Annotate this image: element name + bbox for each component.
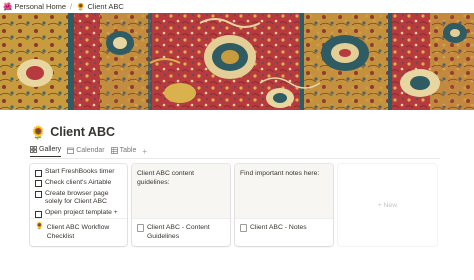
sunflower-icon[interactable]: 🌻 bbox=[30, 126, 46, 139]
page-title-row: 🌻 Client ABC bbox=[30, 125, 115, 139]
breadcrumb-item-personal-home[interactable]: 🌺 Personal Home bbox=[0, 2, 69, 11]
todo-item: Start FreshBooks timer bbox=[35, 168, 123, 177]
card-preview: Start FreshBooks timer Check client's Ai… bbox=[30, 164, 127, 219]
card-title: Client ABC - Content Guidelines bbox=[137, 223, 226, 242]
card-preview-text: Client ABC content guidelines: bbox=[137, 170, 195, 187]
card-title-text: Client ABC Workflow Checklist bbox=[46, 224, 110, 241]
card-preview: Client ABC content guidelines: bbox=[132, 164, 230, 219]
add-view-icon[interactable]: + bbox=[142, 147, 147, 156]
sunflower-icon: 🌻 bbox=[76, 1, 86, 11]
todo-item: Open project template + bbox=[35, 209, 123, 218]
tab-gallery[interactable]: Gallery bbox=[30, 145, 62, 157]
tab-table[interactable]: Table bbox=[110, 146, 137, 157]
card-title-text: Client ABC - Content Guidelines bbox=[147, 224, 210, 241]
cover-image bbox=[0, 13, 474, 110]
checkbox-icon bbox=[35, 169, 42, 177]
breadcrumb-item-client-abc[interactable]: 🌻 Client ABC bbox=[73, 2, 127, 11]
todo-label: Open project template + bbox=[45, 209, 118, 217]
card-title-text: Client ABC - Notes bbox=[250, 224, 307, 231]
page-icon bbox=[137, 224, 144, 232]
view-tabs: Gallery Calendar Table + bbox=[30, 145, 147, 157]
checkbox-icon bbox=[35, 210, 42, 218]
checkbox-icon bbox=[35, 180, 42, 188]
calendar-icon bbox=[67, 147, 75, 154]
breadcrumb-label: Client ABC bbox=[87, 2, 124, 11]
checkbox-icon bbox=[35, 191, 42, 199]
page-title[interactable]: Client ABC bbox=[50, 125, 115, 139]
sunflower-icon: 🌻 bbox=[35, 223, 44, 230]
breadcrumb-separator: / bbox=[70, 2, 73, 11]
todo-label: Start FreshBooks timer bbox=[45, 168, 115, 175]
breadcrumb: 🌺 Personal Home / 🌻 Client ABC bbox=[0, 0, 474, 13]
card-preview-text: Find important notes here: bbox=[240, 170, 320, 177]
table-icon bbox=[110, 146, 118, 154]
todo-label: Create browser page solely for Client AB… bbox=[45, 189, 109, 206]
page-icon bbox=[240, 224, 247, 232]
todo-item: Check client's Airtable bbox=[35, 179, 123, 188]
gallery-icon bbox=[30, 146, 37, 153]
breadcrumb-label: Personal Home bbox=[14, 2, 67, 11]
card-title: Client ABC - Notes bbox=[240, 223, 329, 232]
todo-label: Check client's Airtable bbox=[45, 178, 112, 186]
tabs-divider bbox=[30, 158, 440, 159]
tab-label: Table bbox=[119, 146, 137, 154]
todo-item: Create browser page solely for Client AB… bbox=[35, 190, 123, 208]
gallery-card-notes[interactable]: Find important notes here: Client ABC - … bbox=[235, 164, 333, 246]
card-preview: Find important notes here: bbox=[235, 164, 333, 219]
card-title: 🌻 Client ABC Workflow Checklist bbox=[35, 223, 123, 242]
new-card-button[interactable]: + New bbox=[338, 164, 437, 246]
tab-calendar[interactable]: Calendar bbox=[67, 146, 105, 157]
tab-label: Calendar bbox=[76, 146, 105, 154]
gallery-card-content-guidelines[interactable]: Client ABC content guidelines: Client AB… bbox=[132, 164, 230, 246]
tab-label: Gallery bbox=[39, 146, 62, 153]
hibiscus-icon: 🌺 bbox=[3, 1, 13, 11]
gallery-card-workflow-checklist[interactable]: Start FreshBooks timer Check client's Ai… bbox=[30, 164, 127, 246]
todo-list: Start FreshBooks timer Check client's Ai… bbox=[35, 168, 123, 220]
